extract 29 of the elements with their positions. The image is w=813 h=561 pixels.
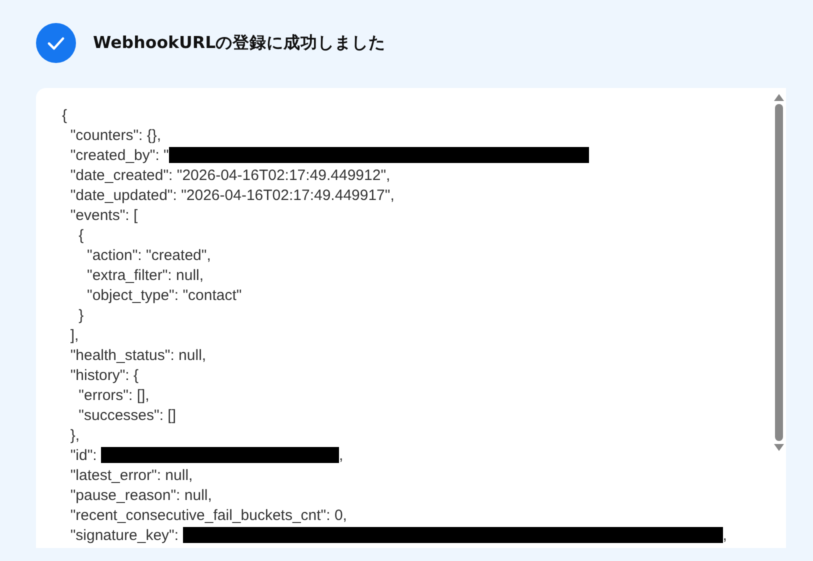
success-title: WebhookURLの登録に成功しました xyxy=(93,32,386,54)
check-icon xyxy=(36,23,76,63)
code-line: "health_status": null, xyxy=(69,346,206,364)
code-line: "signature_key": xyxy=(69,526,180,544)
code-line: "pause_reason": null, xyxy=(69,486,212,504)
code-punctuation: , xyxy=(339,446,344,464)
code-line: "recent_consecutive_fail_buckets_cnt": 0, xyxy=(69,506,347,524)
code-line: ], xyxy=(69,326,79,344)
code-line: }, xyxy=(69,426,80,444)
code-line: "history": { xyxy=(69,366,139,384)
code-line: "extra_filter": null, xyxy=(86,266,204,284)
code-line: "errors": [], xyxy=(78,386,150,404)
scrollbar-thumb[interactable] xyxy=(775,104,783,441)
code-line: "object_type": "contact" xyxy=(86,286,242,304)
code-line: "date_updated": "2026-04-16T02:17:49.449917", xyxy=(69,186,394,204)
code-punctuation: , xyxy=(722,526,727,544)
code-line: "latest_error": null, xyxy=(69,466,193,484)
code-line: "date_created": "2026-04-16T02:17:49.449912", xyxy=(69,166,390,184)
code-line: { xyxy=(78,226,84,244)
code-line: { xyxy=(62,106,68,124)
code-line: "created_by": " xyxy=(69,146,169,164)
code-line: "successes": [] xyxy=(78,406,176,424)
scroll-down-icon[interactable] xyxy=(774,444,784,451)
code-line: } xyxy=(78,306,84,324)
code-line: "id": xyxy=(69,446,98,464)
code-line: "counters": {}, xyxy=(69,126,162,144)
code-line: "action": "created", xyxy=(86,246,211,264)
code-line: "events": [ xyxy=(69,206,138,224)
scroll-up-icon[interactable] xyxy=(774,94,784,101)
